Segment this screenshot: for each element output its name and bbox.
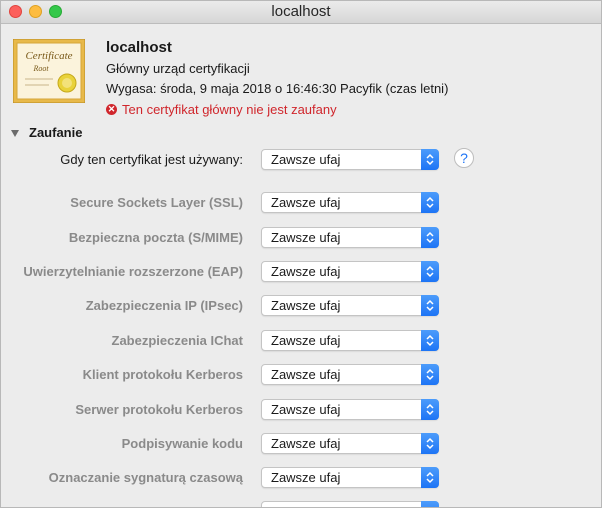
certificate-expiry: Wygasa: środa, 9 maja 2018 o 16:46:30 Pa… — [106, 81, 449, 96]
certificate-window: localhost Certificate Root localhost Głó… — [0, 0, 602, 508]
trust-select-value: Zawsze ufaj — [271, 402, 341, 417]
trust-policy-label: Gdy ten certyfikat jest używany: — [60, 152, 243, 167]
trust-warning-text: Ten certyfikat główny nie jest zaufany — [122, 102, 337, 117]
window-title: localhost — [271, 3, 331, 20]
trust-select-value: Zawsze ufaj — [271, 470, 341, 485]
trust-row-kerberos-server: Serwer protokołu Kerberos Zawsze ufaj — [1, 399, 601, 421]
trust-row-label: Serwer protokołu Kerberos — [75, 402, 243, 417]
trust-select-timestamping[interactable]: Zawsze ufaj — [261, 467, 439, 488]
trust-section-toggle[interactable]: Zaufanie — [11, 125, 82, 140]
trust-row-smime: Bezpieczna poczta (S/MIME) Zawsze ufaj — [1, 227, 601, 249]
trust-policy-select[interactable]: Zawsze ufaj — [261, 149, 439, 170]
select-arrows-icon — [421, 227, 439, 248]
trust-row-label: Klient protokołu Kerberos — [82, 367, 243, 382]
select-arrows-icon — [421, 330, 439, 351]
trust-row-label: Zabezpieczenia IChat — [111, 333, 243, 348]
trust-select-partial[interactable] — [261, 501, 439, 507]
select-arrows-icon — [421, 467, 439, 488]
trust-select-eap[interactable]: Zawsze ufaj — [261, 261, 439, 282]
trust-row-eap: Uwierzytelnianie rozszerzone (EAP) Zawsz… — [1, 261, 601, 283]
select-arrows-icon — [421, 192, 439, 213]
trust-select-value: Zawsze ufaj — [271, 195, 341, 210]
trust-select-value: Zawsze ufaj — [271, 367, 341, 382]
trust-row-kerberos-client: Klient protokołu Kerberos Zawsze ufaj — [1, 364, 601, 386]
select-arrows-icon — [421, 261, 439, 282]
error-icon: ✕ — [106, 104, 117, 115]
trust-row-label: Bezpieczna poczta (S/MIME) — [68, 230, 243, 245]
trust-select-value: Zawsze ufaj — [271, 230, 341, 245]
trust-select-value: Zawsze ufaj — [271, 298, 341, 313]
trust-select-value: Zawsze ufaj — [271, 264, 341, 279]
trust-warning: ✕ Ten certyfikat główny nie jest zaufany — [106, 102, 337, 117]
trust-row-label: Secure Sockets Layer (SSL) — [70, 195, 243, 210]
select-arrows-icon — [421, 364, 439, 385]
trust-row-code-signing: Podpisywanie kodu Zawsze ufaj — [1, 433, 601, 455]
trust-row-ipsec: Zabezpieczenia IP (IPsec) Zawsze ufaj — [1, 295, 601, 317]
trust-select-smime[interactable]: Zawsze ufaj — [261, 227, 439, 248]
title-bar[interactable]: localhost — [1, 1, 601, 24]
trust-select-kerberos-client[interactable]: Zawsze ufaj — [261, 364, 439, 385]
trust-row-ichat: Zabezpieczenia IChat Zawsze ufaj — [1, 330, 601, 352]
select-arrows-icon — [421, 433, 439, 454]
trust-select-value: Zawsze ufaj — [271, 436, 341, 451]
trust-row-label: Oznaczanie sygnaturą czasową — [48, 470, 243, 485]
trust-row-label: Zabezpieczenia IP (IPsec) — [85, 298, 243, 313]
certificate-icon-title: Certificate — [25, 50, 72, 62]
trust-select-ssl[interactable]: Zawsze ufaj — [261, 192, 439, 213]
certificate-type: Główny urząd certyfikacji — [106, 61, 250, 76]
trust-row-partial — [1, 501, 601, 507]
trust-row-label: Uwierzytelnianie rozszerzone (EAP) — [23, 264, 243, 279]
trust-section-label: Zaufanie — [29, 125, 83, 140]
select-arrows-icon — [421, 295, 439, 316]
trust-row-timestamping: Oznaczanie sygnaturą czasową Zawsze ufaj — [1, 467, 601, 489]
disclosure-triangle-icon[interactable] — [11, 129, 19, 137]
select-arrows-icon — [421, 501, 439, 507]
trust-row-ssl: Secure Sockets Layer (SSL) Zawsze ufaj — [1, 192, 601, 214]
trust-select-ipsec[interactable]: Zawsze ufaj — [261, 295, 439, 316]
certificate-name: localhost — [106, 39, 172, 56]
trust-policy-row: Gdy ten certyfikat jest używany: Zawsze … — [1, 149, 601, 171]
trust-policy-value: Zawsze ufaj — [271, 152, 341, 167]
trust-select-kerberos-server[interactable]: Zawsze ufaj — [261, 399, 439, 420]
trust-select-ichat[interactable]: Zawsze ufaj — [261, 330, 439, 351]
trust-select-code-signing[interactable]: Zawsze ufaj — [261, 433, 439, 454]
select-arrows-icon — [421, 149, 439, 170]
trust-select-value: Zawsze ufaj — [271, 333, 341, 348]
trust-row-label: Podpisywanie kodu — [121, 436, 243, 451]
select-arrows-icon — [421, 399, 439, 420]
help-button[interactable]: ? — [454, 148, 474, 168]
certificate-icon-subtitle: Root — [32, 64, 49, 73]
certificate-icon: Certificate Root — [12, 38, 86, 104]
